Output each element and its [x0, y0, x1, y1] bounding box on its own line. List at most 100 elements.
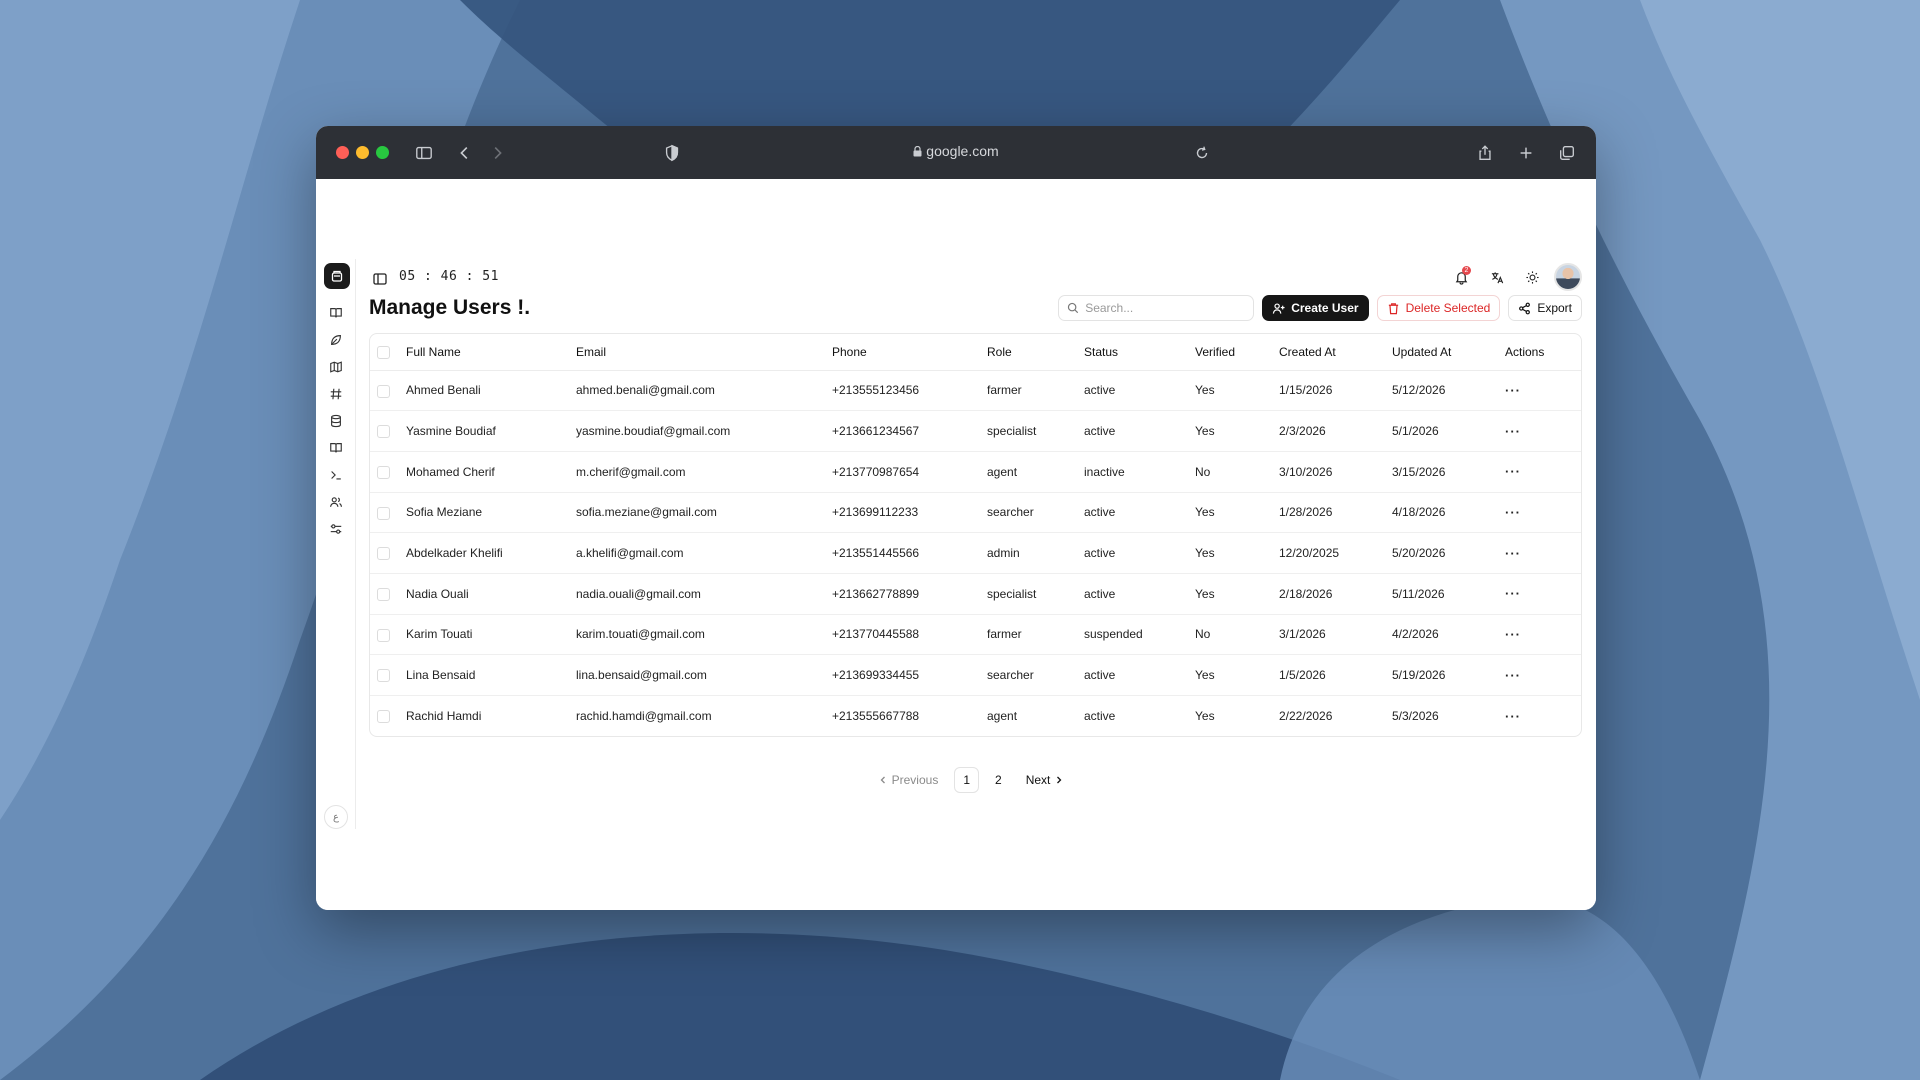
cell-updated: 3/15/2026: [1392, 451, 1505, 493]
tabs-overview-icon[interactable]: [1556, 142, 1578, 164]
table-header-row: Full Name Email Phone Role Status Verifi…: [370, 334, 1581, 371]
column-header[interactable]: Status: [1084, 334, 1195, 371]
column-header[interactable]: Created At: [1279, 334, 1392, 371]
chevron-right-icon: [1057, 776, 1062, 784]
row-actions-button[interactable]: ···: [1505, 492, 1581, 534]
sun-icon: [1525, 270, 1539, 284]
cell-phone: +213699334455: [832, 654, 987, 696]
export-button[interactable]: Export: [1508, 295, 1582, 321]
search-input[interactable]: [1085, 301, 1236, 315]
row-actions-button[interactable]: ···: [1505, 614, 1581, 656]
row-checkbox[interactable]: [370, 410, 406, 452]
share-nodes-icon: [1519, 302, 1531, 314]
terminal-icon[interactable]: [328, 467, 344, 483]
previous-page-button[interactable]: Previous: [870, 767, 947, 793]
cell-status: active: [1084, 410, 1195, 452]
language-switch-button[interactable]: ع: [324, 805, 348, 829]
cell-created: 2/22/2026: [1279, 709, 1333, 724]
row-checkbox[interactable]: [370, 614, 406, 656]
cell-name: Abdelkader Khelifi: [406, 532, 576, 574]
cell-name: Ahmed Benali: [406, 370, 576, 412]
row-actions-button[interactable]: ···: [1505, 573, 1581, 615]
page-button[interactable]: 2: [987, 767, 1010, 793]
cell-email: lina.bensaid@gmail.com: [576, 654, 832, 696]
cell-updated: 4/18/2026: [1392, 492, 1505, 534]
book-icon[interactable]: [328, 305, 344, 321]
column-header[interactable]: Role: [987, 334, 1084, 371]
cell-phone: +213555123456: [832, 370, 987, 412]
map-icon[interactable]: [328, 359, 344, 375]
panel-toggle-icon[interactable]: [372, 271, 388, 287]
row-actions-button[interactable]: ···: [1505, 370, 1581, 412]
cell-status: active: [1084, 532, 1195, 574]
cell-email: rachid.hamdi@gmail.com: [576, 709, 712, 724]
row-actions-button[interactable]: ···: [1505, 654, 1581, 696]
app-logo[interactable]: [324, 263, 350, 289]
table-row[interactable]: Mohamed Cherif m.cherif@gmail.com +2137709…: [370, 451, 1581, 493]
theme-toggle-button[interactable]: [1518, 263, 1546, 291]
reload-icon[interactable]: [1191, 142, 1213, 164]
row-checkbox[interactable]: [370, 451, 406, 493]
chevron-left-icon: [880, 776, 885, 784]
book-open-icon[interactable]: [328, 440, 344, 456]
select-all-checkbox[interactable]: [370, 334, 406, 371]
hash-icon[interactable]: [328, 386, 344, 402]
cell-created: 2/18/2026: [1279, 573, 1392, 615]
cell-role: farmer: [987, 614, 1084, 656]
browser-titlebar: google.com: [316, 126, 1596, 179]
translate-button[interactable]: [1483, 263, 1511, 291]
cell-status: active: [1084, 492, 1195, 534]
column-header[interactable]: Full Name: [406, 334, 576, 371]
row-actions-button[interactable]: ···: [1505, 451, 1581, 493]
leaf-icon[interactable]: [328, 332, 344, 348]
delete-selected-button[interactable]: Delete Selected: [1376, 295, 1501, 321]
users-table: Full Name Email Phone Role Status Verifi…: [369, 333, 1582, 737]
table-row[interactable]: Sofia Meziane sofia.meziane@gmail.com +213…: [370, 492, 1581, 534]
column-header[interactable]: Verified: [1195, 334, 1279, 371]
database-icon[interactable]: [328, 413, 344, 429]
cell-email: yasmine.boudiaf@gmail.com: [576, 410, 832, 452]
search-box[interactable]: [1058, 295, 1255, 321]
row-actions-button[interactable]: ···: [1505, 410, 1581, 452]
table-row[interactable]: Yasmine Boudiaf yasmine.boudiaf@gmail.com…: [370, 410, 1581, 452]
cell-status: active: [1084, 370, 1195, 412]
settings-sliders-icon[interactable]: [328, 521, 344, 537]
share-icon[interactable]: [1474, 142, 1496, 164]
cell-phone: +213662778899: [832, 573, 987, 615]
new-tab-icon[interactable]: [1515, 142, 1537, 164]
table-row[interactable]: Ahmed Benali ahmed.benali@gmail.com +21355…: [370, 370, 1581, 412]
create-user-button[interactable]: Create User: [1262, 295, 1369, 321]
cell-phone: +213699112233: [832, 492, 987, 534]
previous-label: Previous: [891, 773, 939, 787]
table-row[interactable]: Nadia Ouali nadia.ouali@gmail.com +2136627…: [370, 573, 1581, 615]
cell-created: 1/28/2026: [1279, 492, 1392, 534]
cell-role: searcher: [987, 654, 1084, 696]
row-checkbox[interactable]: [370, 532, 406, 574]
page-button[interactable]: 1: [954, 767, 979, 793]
users-icon[interactable]: [328, 494, 344, 510]
cell-email: a.khelifi@gmail.com: [576, 532, 832, 574]
table-row[interactable]: Rachid Hamdi rachid.hamdi@gmail.com +21355…: [370, 696, 1581, 737]
table-row[interactable]: Lina Bensaid lina.bensaid@gmail.com +21369…: [370, 654, 1581, 696]
column-header[interactable]: Email: [576, 334, 832, 371]
cell-phone: +213555667788: [832, 709, 920, 724]
user-avatar[interactable]: [1554, 263, 1582, 291]
cell-role: searcher: [987, 492, 1084, 534]
row-checkbox[interactable]: [370, 370, 406, 412]
table-row[interactable]: Abdelkader Khelifi a.khelifi@gmail.com +21…: [370, 532, 1581, 574]
cell-email: sofia.meziane@gmail.com: [576, 492, 832, 534]
table-row[interactable]: Karim Touati karim.touati@gmail.com +21377…: [370, 614, 1581, 656]
row-checkbox[interactable]: [370, 492, 406, 534]
row-checkbox[interactable]: [370, 573, 406, 615]
next-page-button[interactable]: Next: [1018, 767, 1073, 793]
cell-verified: Yes: [1195, 492, 1279, 534]
column-header[interactable]: Updated At: [1392, 334, 1505, 371]
notifications-button[interactable]: 2: [1447, 263, 1475, 291]
cell-status: suspended: [1084, 614, 1195, 656]
row-checkbox[interactable]: [370, 654, 406, 696]
row-actions-button[interactable]: ···: [1505, 696, 1581, 737]
address-bar[interactable]: google.com: [316, 143, 1596, 160]
row-checkbox[interactable]: [370, 696, 406, 737]
column-header[interactable]: Phone: [832, 334, 987, 371]
row-actions-button[interactable]: ···: [1505, 532, 1581, 574]
